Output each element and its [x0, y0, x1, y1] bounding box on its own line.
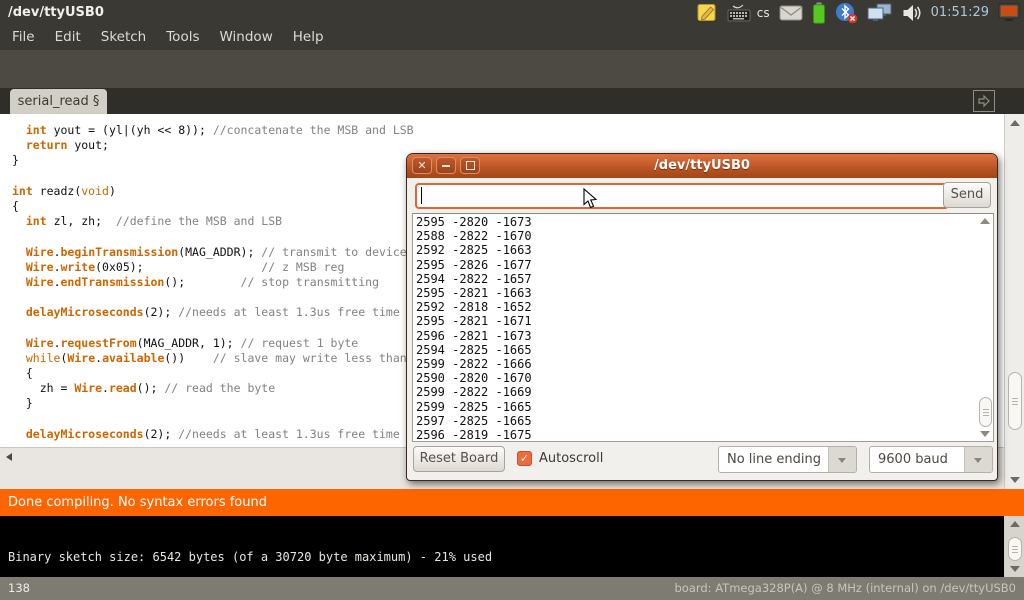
serial-output-line: 2595 -2826 -1677 — [416, 258, 993, 272]
baud-rate-value: 9600 baud — [870, 447, 964, 472]
console-scroll-up-icon[interactable] — [1010, 521, 1020, 527]
editor-scrollbar-thumb[interactable] — [1008, 372, 1022, 430]
editor-vertical-scrollbar[interactable] — [1004, 114, 1024, 489]
system-tray: cs 01:51:29 — [696, 0, 1020, 25]
baud-rate-dropdown[interactable]: 9600 baud — [869, 446, 993, 473]
console-scrollbar[interactable] — [1004, 516, 1024, 577]
maximize-button[interactable] — [460, 157, 480, 174]
serial-monitor-title: /dev/ttyUSB0 — [407, 154, 997, 178]
serial-output-line: 2596 -2821 -1673 — [416, 329, 993, 343]
text-caret — [421, 187, 422, 204]
menu-tools[interactable]: Tools — [156, 25, 209, 50]
chevron-down-icon[interactable] — [828, 447, 856, 472]
menu-file[interactable]: File — [2, 25, 45, 50]
menu-window[interactable]: Window — [210, 25, 283, 50]
status-bar: 138 board: ATmega328P(A) @ 8 MHz (intern… — [0, 577, 1024, 600]
autoscroll-checkbox[interactable]: ✓ — [517, 451, 532, 466]
serial-output-line: 2590 -2820 -1670 — [416, 371, 993, 385]
mail-icon[interactable] — [779, 4, 803, 22]
serial-output-line: 2588 -2822 -1670 — [416, 229, 993, 243]
menu-help[interactable]: Help — [283, 25, 334, 50]
scroll-up-icon[interactable] — [1010, 120, 1020, 126]
minimize-icon — [442, 165, 450, 167]
battery-icon[interactable] — [812, 2, 826, 24]
console-text: Binary sketch size: 6542 bytes (of a 307… — [8, 550, 492, 564]
output-scrollbar-thumb[interactable] — [979, 397, 992, 427]
chevron-down-icon[interactable] — [964, 447, 992, 472]
serial-monitor-controls: Reset Board ✓ Autoscroll No line ending … — [407, 446, 997, 476]
serial-input[interactable] — [415, 183, 949, 209]
send-button[interactable]: Send — [943, 182, 991, 208]
keyboard-layout-label: cs — [757, 6, 770, 20]
serial-output-scrollbar[interactable] — [977, 214, 993, 441]
serial-output-line: 2595 -2821 -1663 — [416, 286, 993, 300]
tab-menu-arrow-icon — [976, 93, 992, 109]
scroll-down-icon[interactable] — [1010, 477, 1020, 483]
serial-monitor-window: /dev/ttyUSB0 ✕ Send 2595 -2820 -16732588… — [406, 153, 998, 481]
desktop-top-panel: /dev/ttyUSB0 cs 01:51:29 — [0, 0, 1024, 25]
output-scroll-up-icon[interactable] — [980, 218, 990, 224]
line-ending-value: No line ending — [719, 447, 828, 472]
close-button[interactable]: ✕ — [412, 157, 432, 174]
menu-edit[interactable]: Edit — [45, 25, 91, 50]
network-icon[interactable] — [867, 3, 893, 23]
board-info: board: ATmega328P(A) @ 8 MHz (internal) … — [674, 577, 1016, 600]
notes-icon[interactable] — [696, 2, 718, 23]
serial-output-line: 2596 -2819 -1675 — [416, 428, 993, 442]
tab-menu-button[interactable] — [973, 90, 995, 112]
window-title: /dev/ttyUSB0 — [8, 0, 104, 25]
scroll-left-icon[interactable] — [6, 453, 12, 461]
serial-monitor-titlebar[interactable]: /dev/ttyUSB0 ✕ — [407, 154, 997, 178]
code-line: return yout; — [12, 138, 1004, 153]
serial-output-line: 2599 -2825 -1665 — [416, 400, 993, 414]
clock[interactable]: 01:51:29 — [931, 5, 989, 20]
keyboard-icon[interactable] — [727, 3, 752, 23]
code-line: int yout = (yl|(yh << 8)); //concatenate… — [12, 123, 1004, 138]
build-console: Binary sketch size: 6542 bytes (of a 307… — [0, 516, 1004, 577]
console-scrollbar-thumb[interactable] — [1008, 537, 1022, 561]
maximize-icon — [466, 161, 475, 170]
menu-sketch[interactable]: Sketch — [91, 25, 156, 50]
output-scroll-down-icon[interactable] — [980, 431, 990, 437]
reset-board-button[interactable]: Reset Board — [413, 446, 505, 472]
display-icon[interactable] — [998, 3, 1020, 23]
compile-status-bar: Done compiling. No syntax errors found — [0, 489, 1024, 516]
toolbar — [0, 50, 1024, 88]
line-number: 138 — [8, 577, 30, 600]
volume-icon[interactable] — [902, 3, 922, 23]
tab-bar: serial_read § — [0, 88, 1024, 114]
console-scroll-down-icon[interactable] — [1010, 566, 1020, 572]
serial-output-line: 2597 -2825 -1665 — [416, 414, 993, 428]
serial-output-line: 2594 -2822 -1657 — [416, 272, 993, 286]
mouse-cursor — [583, 188, 599, 214]
line-ending-dropdown[interactable]: No line ending — [718, 446, 857, 473]
bluetooth-icon[interactable] — [835, 2, 858, 24]
autoscroll-label: Autoscroll — [539, 446, 603, 472]
serial-output-line: 2595 -2821 -1671 — [416, 314, 993, 328]
serial-output-line: 2592 -2818 -1652 — [416, 300, 993, 314]
serial-output-area[interactable]: 2595 -2820 -16732588 -2822 -16702592 -28… — [412, 213, 994, 442]
serial-output-line: 2599 -2822 -1669 — [416, 385, 993, 399]
serial-output-line: 2592 -2825 -1663 — [416, 243, 993, 257]
serial-output-line: 2595 -2820 -1673 — [416, 215, 993, 229]
tab-serial-read[interactable]: serial_read § — [10, 89, 107, 114]
serial-output-line: 2594 -2825 -1665 — [416, 343, 993, 357]
minimize-button[interactable] — [436, 157, 456, 174]
serial-output-line: 2599 -2822 -1666 — [416, 357, 993, 371]
menu-bar: FileEditSketchToolsWindowHelp — [0, 25, 1024, 50]
